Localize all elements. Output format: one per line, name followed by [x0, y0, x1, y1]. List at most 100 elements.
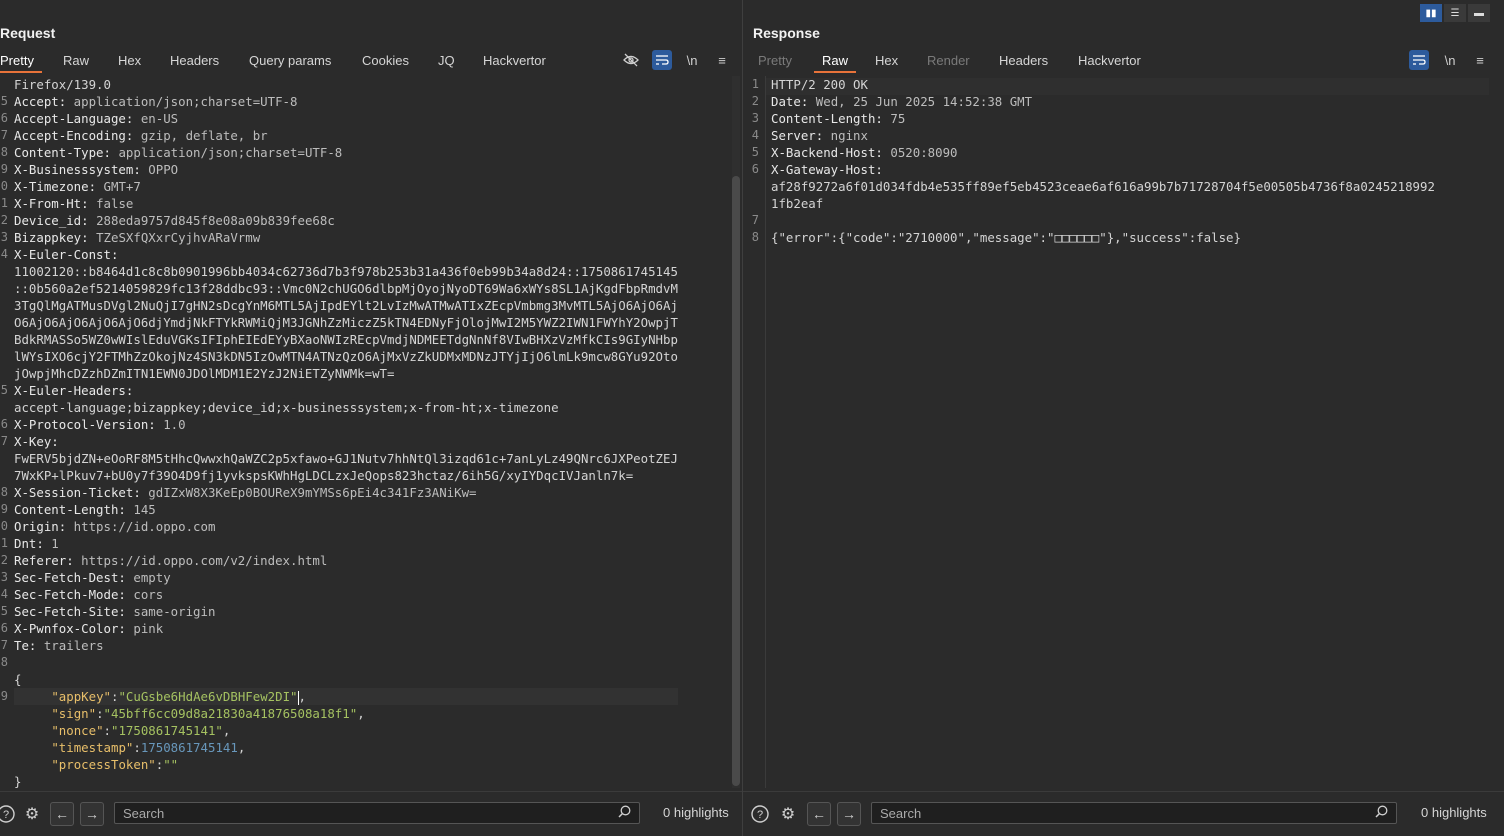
response-editor[interactable]: 1 HTTP/2 200 OK 2 Date: Wed, 25 Jun 2025 14… [752, 76, 1435, 246]
header-name: Referer: [14, 553, 74, 568]
request-title: Request [0, 25, 56, 41]
next-arrow-icon[interactable]: → [80, 802, 104, 826]
settings-gear-icon[interactable]: ⚙ [778, 804, 798, 824]
tab-headers[interactable]: Headers [999, 51, 1048, 71]
json-separator: : [103, 723, 111, 738]
header-name: X-Key: [14, 434, 59, 449]
newline-toggle[interactable]: \n [1440, 50, 1460, 70]
tab-hex[interactable]: Hex [875, 51, 898, 71]
json-string: "" [163, 757, 179, 772]
code-line: 1 X-From-Ht: false [1, 195, 678, 212]
line-number: 8 [0, 655, 8, 669]
tab-hex[interactable]: Hex [118, 51, 141, 71]
code-line: 5 Accept: application/json;charset=UTF-8 [1, 93, 678, 110]
split-rows-icon[interactable]: ☰ [1444, 4, 1466, 22]
code-line: "timestamp":1750861745141, [14, 739, 678, 756]
response-tabs: Pretty Raw Hex Render Headers Hackvertor [743, 51, 1504, 73]
header-value: trailers [36, 638, 104, 653]
request-editor[interactable]: Firefox/139.0 5 Accept: application/json;c… [1, 76, 678, 790]
request-search-input[interactable]: Search [114, 802, 640, 824]
header-value: en-US [133, 111, 179, 126]
tab-cookies[interactable]: Cookies [362, 51, 409, 71]
code-line: "nonce":"1750861745141", [14, 722, 678, 739]
request-scroll-thumb[interactable] [732, 176, 740, 786]
tab-hackvertor[interactable]: Hackvertor [483, 51, 546, 71]
header-value: 75 [882, 111, 906, 126]
help-icon[interactable]: ? [0, 804, 16, 824]
code-line: } [14, 773, 678, 790]
line-number: 6 [0, 111, 8, 125]
hamburger-icon[interactable]: ≡ [712, 50, 732, 70]
code-line: 6 X-Protocol-Version: 1.0 [1, 416, 678, 433]
tab-jq[interactable]: JQ [438, 51, 455, 71]
previous-arrow-icon[interactable]: ← [50, 802, 74, 826]
code-line: "processToken":"" [14, 756, 678, 773]
tab-raw[interactable]: Raw [63, 51, 89, 71]
line-number: 5 [751, 145, 759, 159]
text-content: 1fb2eaf [771, 196, 824, 211]
code-line: 8 X-Session-Ticket: gdIZxW8X3KeEp0BOUReX9… [1, 484, 678, 501]
json-separator: : [96, 706, 104, 721]
tab-hackvertor[interactable]: Hackvertor [1078, 51, 1141, 71]
tab-pretty[interactable]: Pretty [0, 51, 42, 73]
line-number: 4 [751, 128, 759, 142]
text-content: {"error":{"code":"2710000","message":"□□… [771, 230, 1241, 245]
search-icon [1375, 803, 1388, 825]
next-arrow-icon[interactable]: → [837, 802, 861, 826]
previous-arrow-icon[interactable]: ← [807, 802, 831, 826]
tab-pretty[interactable]: Pretty [758, 51, 792, 71]
json-string: "CuGsbe6HdAe6vDBHFew2DI" [118, 689, 298, 704]
help-icon[interactable]: ? [750, 804, 770, 824]
header-name: Te: [14, 638, 37, 653]
settings-gear-icon[interactable]: ⚙ [22, 804, 42, 824]
text-content: HTTP/2 200 OK [771, 77, 868, 92]
header-value: TZeSXfQXxrCyjhvARaVrmw [88, 230, 261, 245]
wrap-icon[interactable] [1409, 50, 1429, 70]
tab-render[interactable]: Render [927, 51, 970, 71]
code-line: 4 X-Euler-Const: [1, 246, 678, 263]
line-number: 3 [0, 230, 8, 244]
code-line: jOwpjMhcDZzhDZmITN1EWN0JDOlMDM1E2YzJ2NiE… [14, 365, 678, 382]
tab-query-params[interactable]: Query params [249, 51, 331, 71]
code-line: 9 "appKey":"CuGsbe6HdAe6vDBHFew2DI", [1, 688, 678, 705]
line-number: 4 [0, 247, 8, 261]
code-line: accept-language;bizappkey;device_id;x-bu… [14, 399, 678, 416]
text-content: { [14, 672, 22, 687]
line-number: 3 [751, 111, 759, 125]
header-value: https://id.oppo.com/v2/index.html [73, 553, 328, 568]
code-line: 5 Sec-Fetch-Site: same-origin [1, 603, 678, 620]
tab-raw[interactable]: Raw [813, 51, 857, 73]
header-name: Sec-Fetch-Site: [14, 604, 126, 619]
code-line: 1fb2eaf [771, 195, 1435, 212]
line-number: 0 [0, 519, 8, 533]
eye-slash-icon[interactable] [621, 50, 641, 70]
response-search-input[interactable]: Search [871, 802, 1397, 824]
code-line: Firefox/139.0 [14, 76, 678, 93]
header-value: gdIZxW8X3KeEp0BOUReX9mYMSs6pEi4c341Fz3AN… [140, 485, 477, 500]
text-content: accept-language;bizappkey;device_id;x-bu… [14, 400, 559, 415]
json-key: "appKey" [51, 689, 111, 704]
code-line: 3 Content-Length: 75 [752, 110, 1435, 127]
header-value: GMT+7 [96, 179, 141, 194]
header-name: X-Euler-Const: [14, 247, 119, 262]
code-line: 0 Origin: https://id.oppo.com [1, 518, 678, 535]
line-number: 5 [0, 604, 8, 618]
header-name: Accept-Encoding: [14, 128, 134, 143]
line-number: 0 [0, 179, 8, 193]
header-value: application/json;charset=UTF-8 [66, 94, 298, 109]
code-line: 4 Server: nginx [752, 127, 1435, 144]
wrap-icon[interactable] [652, 50, 672, 70]
code-line: 9 Content-Length: 145 [1, 501, 678, 518]
tab-headers[interactable]: Headers [170, 51, 219, 71]
single-pane-icon[interactable]: ▬ [1468, 4, 1490, 22]
code-line: 1 Dnt: 1 [1, 535, 678, 552]
text-content: Firefox/139.0 [14, 77, 111, 92]
json-string: "45bff6cc09d8a21830a41876508a18f1" [103, 706, 358, 721]
request-scrollbar[interactable] [732, 76, 740, 788]
code-line: 8 Content-Type: application/json;charset=… [1, 144, 678, 161]
hamburger-icon[interactable]: ≡ [1470, 50, 1490, 70]
newline-toggle[interactable]: \n [682, 50, 702, 70]
code-line: 4 Sec-Fetch-Mode: cors [1, 586, 678, 603]
line-number: 1 [751, 77, 759, 91]
split-columns-icon[interactable]: ▮▮ [1420, 4, 1442, 22]
